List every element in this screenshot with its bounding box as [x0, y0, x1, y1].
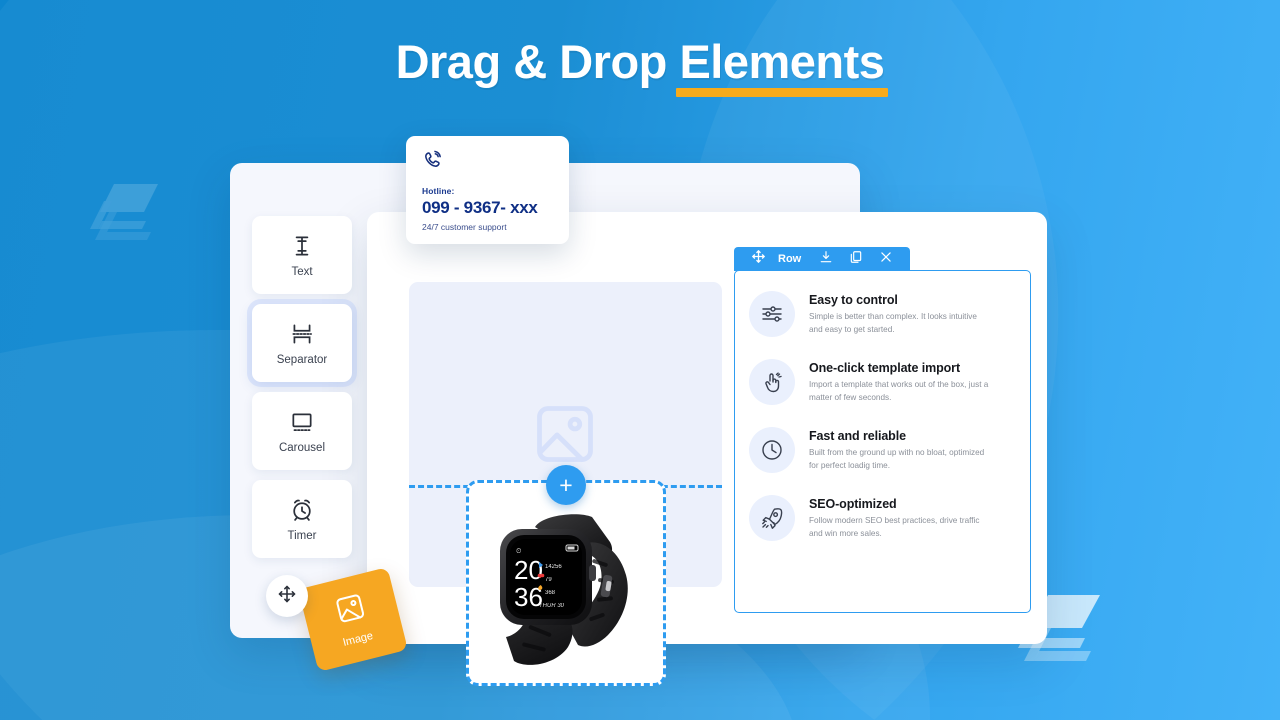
image-dropzone[interactable]: ⏲ 20 36 14256 79 368 THUR 30 — [466, 480, 666, 686]
feature-title: Fast and reliable — [809, 429, 906, 443]
page-title-plain: Drag & Drop — [395, 35, 680, 88]
clock-icon — [749, 427, 795, 473]
feature-description: Import a template that works out of the … — [809, 380, 989, 402]
sidebar-item-carousel[interactable]: Carousel — [252, 392, 352, 470]
sidebar-item-timer[interactable]: Timer — [252, 480, 352, 558]
page-root: Drag & Drop Elements + Text Separator Ca… — [0, 0, 1280, 720]
page-title: Drag & Drop Elements — [0, 34, 1280, 97]
move-icon — [277, 584, 297, 609]
feature-list: Easy to control Simple is better than co… — [735, 271, 1030, 541]
feature-body: One-click template import Import a templ… — [809, 359, 991, 404]
carousel-icon — [289, 409, 315, 435]
hotline-card: Hotline: 099 - 9367- xxx 24/7 customer s… — [406, 136, 569, 244]
image-element-label: Image — [341, 629, 375, 649]
drag-handle[interactable] — [266, 575, 308, 617]
click-hand-icon — [749, 359, 795, 405]
feature-item: Fast and reliable Built from the ground … — [735, 427, 1030, 473]
add-element-label: + — [559, 471, 573, 498]
feature-title: Easy to control — [809, 293, 898, 307]
feature-description: Simple is better than complex. It looks … — [809, 312, 977, 334]
alarm-clock-icon — [289, 497, 315, 523]
feature-body: SEO-optimized Follow modern SEO best pra… — [809, 495, 991, 540]
move-icon — [751, 249, 766, 269]
hotline-label: Hotline: — [422, 186, 455, 196]
duplicate-icon — [849, 250, 863, 269]
feature-body: Easy to control Simple is better than co… — [809, 291, 991, 336]
watch-calories: 368 — [545, 590, 556, 596]
row-move-handle[interactable] — [743, 247, 774, 271]
watch-day: THUR 30 — [539, 603, 565, 609]
feature-title: SEO-optimized — [809, 497, 897, 511]
smartwatch-image: ⏲ 20 36 14256 79 368 THUR 30 — [482, 497, 650, 669]
feature-body: Fast and reliable Built from the ground … — [809, 427, 991, 472]
page-title-highlight: Elements — [676, 34, 889, 97]
hotline-number: 099 - 9367- xxx — [422, 198, 538, 217]
image-placeholder-icon — [531, 400, 599, 473]
sidebar-item-separator[interactable]: Separator — [252, 304, 352, 382]
watch-steps: 14256 — [545, 564, 562, 570]
feature-item: Easy to control Simple is better than co… — [735, 291, 1030, 337]
feature-item: One-click template import Import a templ… — [735, 359, 1030, 405]
sliders-icon — [749, 291, 795, 337]
row-download-button[interactable] — [811, 247, 841, 271]
text-cursor-icon — [289, 233, 315, 259]
row-toolbar: Row — [734, 247, 911, 271]
row-toolbar-label: Row — [778, 253, 802, 265]
feature-title: One-click template import — [809, 361, 961, 375]
phone-ring-icon — [422, 150, 553, 177]
watch-heart: 79 — [545, 577, 552, 583]
close-icon — [879, 250, 893, 269]
add-element-button[interactable]: + — [546, 465, 586, 505]
feature-item: SEO-optimized Follow modern SEO best pra… — [735, 495, 1030, 541]
svg-text:⏲: ⏲ — [516, 548, 522, 555]
sidebar-item-text[interactable]: Text — [252, 216, 352, 294]
feature-description: Follow modern SEO best practices, drive … — [809, 516, 980, 538]
feature-description: Built from the ground up with no bloat, … — [809, 448, 985, 470]
hotline-subtitle: 24/7 customer support — [422, 222, 507, 232]
layers-icon — [88, 182, 162, 250]
download-icon — [819, 250, 833, 269]
sidebar-item-label: Timer — [287, 529, 317, 542]
elements-sidebar: Text Separator Carousel Timer — [252, 216, 352, 568]
watch-hour: 20 — [514, 555, 543, 585]
separator-icon — [289, 321, 315, 347]
row-duplicate-button[interactable] — [841, 247, 871, 271]
row-close-button[interactable] — [871, 247, 901, 271]
sidebar-item-label: Separator — [276, 353, 328, 366]
sidebar-item-label: Carousel — [278, 441, 326, 454]
row-feature-panel: Easy to control Simple is better than co… — [734, 270, 1031, 613]
rocket-icon — [749, 495, 795, 541]
sidebar-item-label: Text — [291, 265, 313, 278]
image-icon — [332, 590, 370, 631]
